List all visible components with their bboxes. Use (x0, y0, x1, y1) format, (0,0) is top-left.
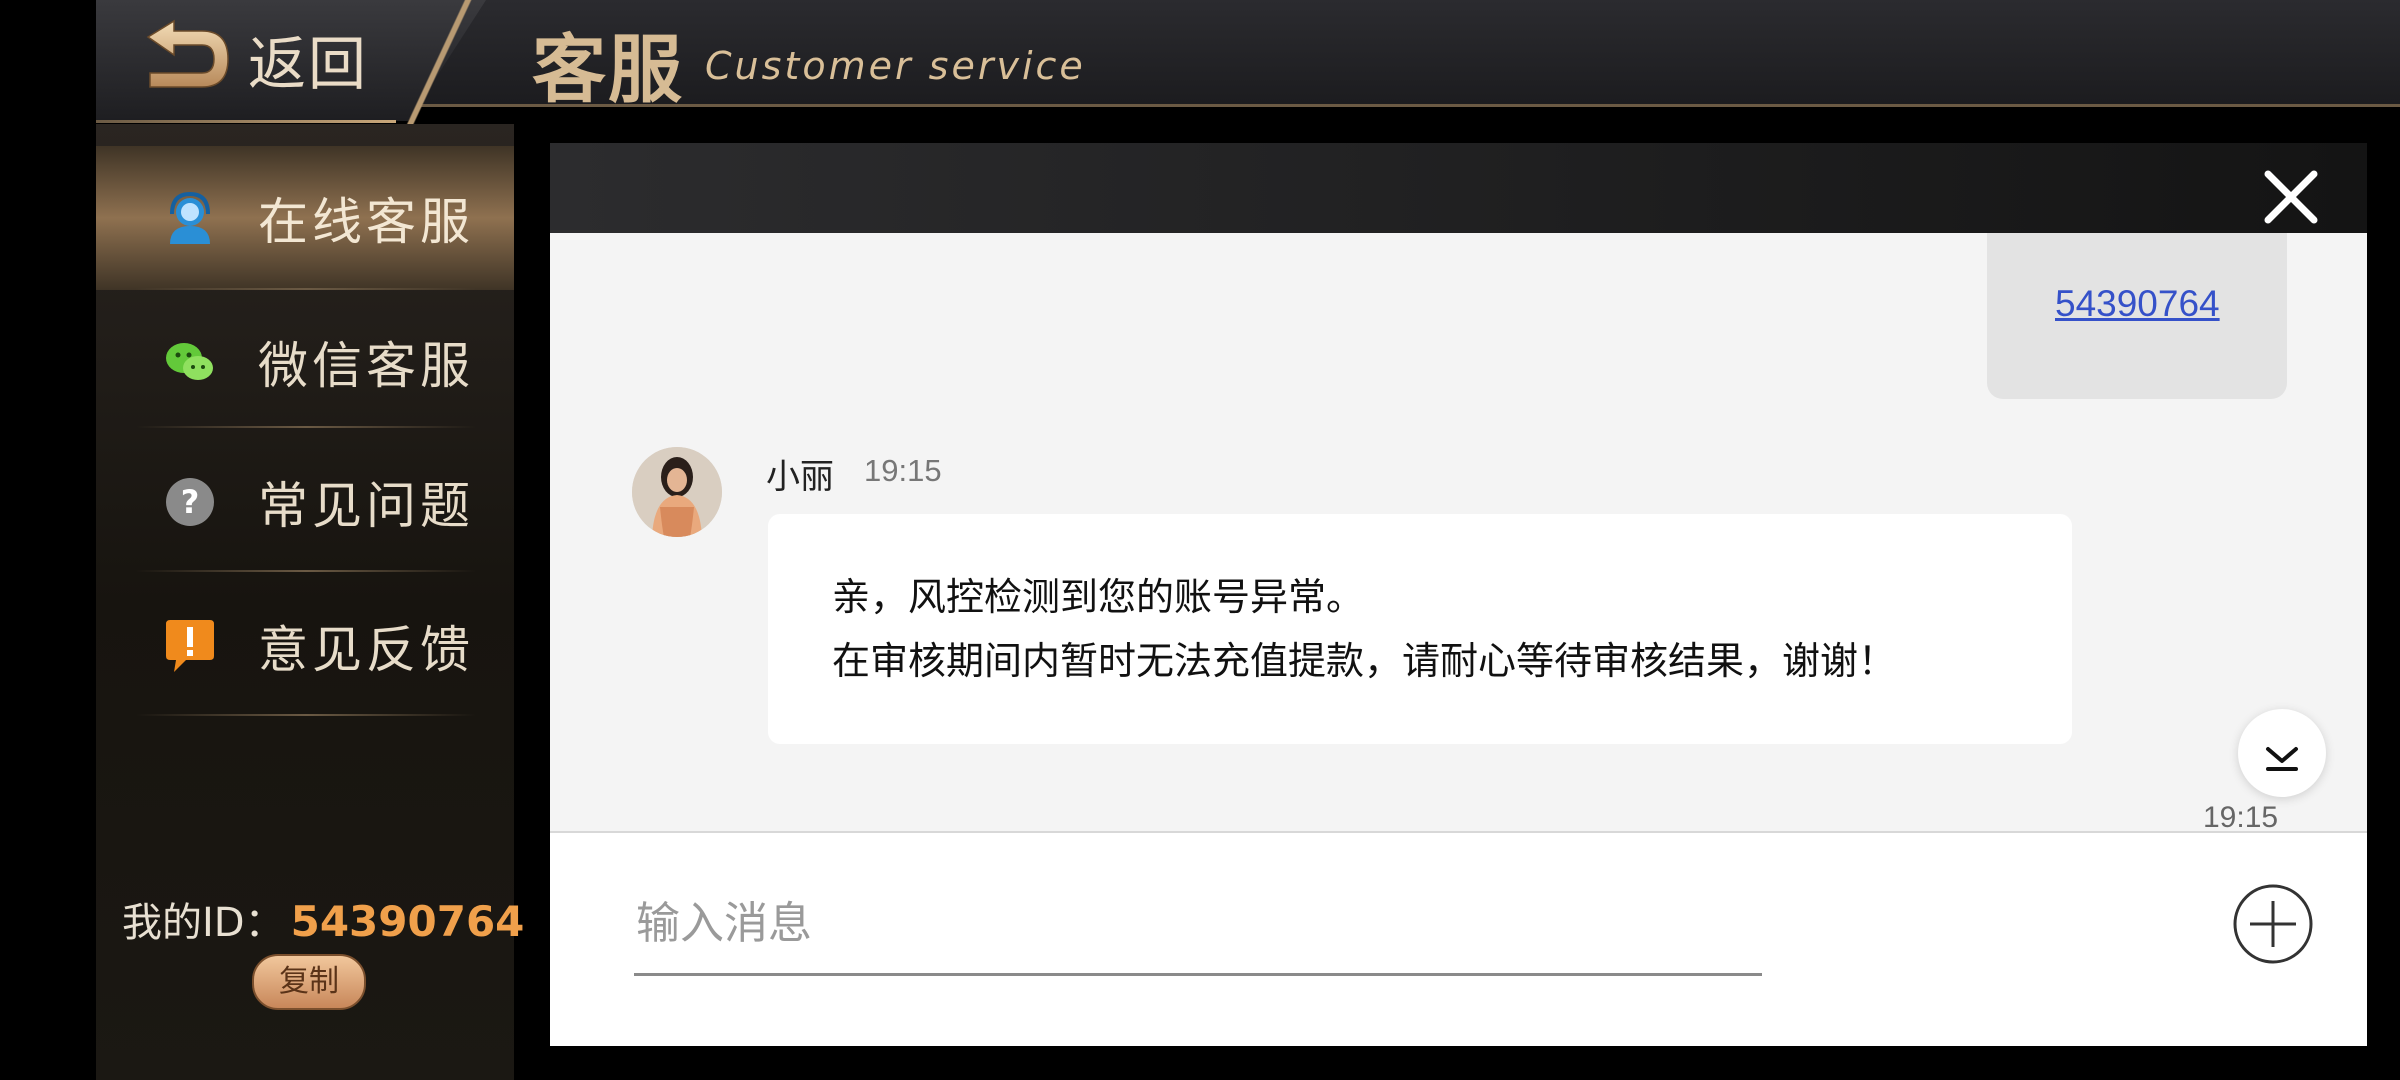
feedback-exclamation-icon (166, 620, 214, 672)
sent-message-bubble: 54390764 (1987, 233, 2287, 399)
sent-message-link[interactable]: 54390764 (2055, 283, 2220, 325)
sidebar-item-online-service[interactable]: 在线客服 (96, 146, 514, 290)
back-underline (96, 120, 396, 123)
sidebar-item-label: 常见问题 (258, 477, 474, 535)
message-input[interactable] (634, 873, 1762, 976)
page-subtitle: Customer service (705, 44, 1086, 88)
copy-button[interactable]: 复制 (252, 954, 366, 1010)
close-icon[interactable] (2262, 168, 2320, 226)
my-id-label: 我的ID： (122, 900, 285, 946)
sidebar-divider (136, 426, 476, 428)
agent-avatar-image (632, 447, 722, 537)
wechat-icon (166, 343, 213, 380)
chat-topbar (550, 143, 2367, 233)
message-text-line: 在审核期间内暂时无法充值提款，请耐心等待审核结果，谢谢！ (832, 639, 1897, 683)
chevron-down-icon (2266, 747, 2298, 771)
sidebar-item-label: 在线客服 (258, 193, 474, 251)
sidebar-item-label: 微信客服 (258, 337, 474, 395)
sidebar-divider (136, 714, 476, 716)
message-composer (550, 831, 2367, 1046)
sidebar-item-faq[interactable]: ? 常见问题 (96, 430, 514, 574)
back-label: 返回 (248, 30, 369, 98)
scroll-to-bottom-button[interactable] (2238, 709, 2326, 797)
my-id-value: 54390764 (290, 897, 525, 946)
sidebar-item-label: 意见反馈 (258, 621, 474, 679)
header-divider-slash (390, 0, 490, 124)
plus-icon[interactable] (2232, 883, 2314, 965)
headset-user-icon (170, 191, 210, 244)
back-arrow-icon (146, 19, 229, 88)
back-button[interactable]: 返回 (140, 14, 368, 104)
svg-text:?: ? (181, 483, 200, 521)
my-id: 我的ID： 54390764 (122, 890, 524, 948)
question-icon: ? (166, 478, 214, 526)
right-edge (2367, 124, 2400, 1080)
received-message-bubble: 亲，风控检测到您的账号异常。 在审核期间内暂时无法充值提款，请耐心等待审核结果，… (768, 514, 2072, 744)
message-text-line: 亲，风控检测到您的账号异常。 (832, 575, 1365, 619)
message-time: 19:15 (2203, 801, 2279, 831)
sidebar-item-wechat-service[interactable]: 微信客服 (96, 290, 514, 434)
sidebar-divider (136, 570, 476, 572)
sender-name: 小丽 (766, 457, 834, 497)
message-time: 19:15 (864, 453, 942, 488)
page-title: 客服 (532, 27, 684, 113)
avatar[interactable] (632, 447, 722, 537)
sidebar-item-feedback[interactable]: 意见反馈 (96, 574, 514, 718)
chat-message-list[interactable]: 54390764 小丽 19:15 亲，风控检测到您的账号异常。 在审核期间内暂… (550, 233, 2367, 831)
